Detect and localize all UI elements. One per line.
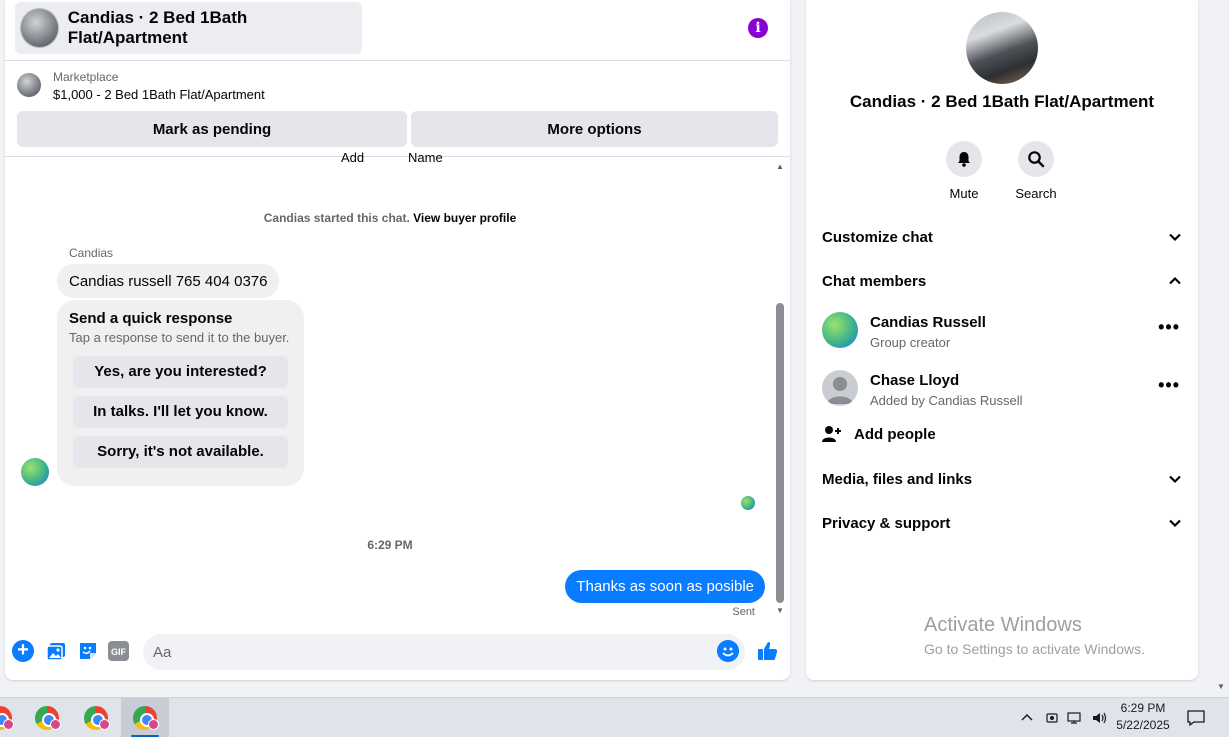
- plus-icon[interactable]: +: [12, 640, 34, 662]
- quick-response-card: Send a quick response Tap a response to …: [57, 300, 304, 486]
- quick-response-title: Send a quick response: [69, 310, 233, 327]
- sender-name: Candias: [69, 246, 114, 260]
- sticker-icon[interactable]: [77, 640, 99, 662]
- listing-avatar: [20, 8, 59, 48]
- chat-title: Candias · 2 Bed 1Bath Flat/Apartment: [67, 8, 248, 47]
- media-files-label: Media, files and links: [822, 470, 973, 488]
- search-button[interactable]: Search: [1006, 141, 1066, 201]
- volume-icon[interactable]: [1091, 698, 1109, 737]
- chat-members-label: Chat members: [822, 272, 927, 290]
- chat-info-panel: Candias · 2 Bed 1Bath Flat/Apartment Mut…: [806, 0, 1198, 680]
- more-icon[interactable]: •••: [1158, 375, 1180, 396]
- gif-icon[interactable]: GIF: [108, 641, 129, 661]
- listing-photo: [966, 12, 1038, 84]
- mute-label: Mute: [949, 186, 979, 201]
- quick-response-subtitle: Tap a response to send it to the buyer.: [69, 330, 290, 345]
- chat-members-section[interactable]: Chat members: [822, 264, 1182, 298]
- message-input[interactable]: [143, 634, 745, 670]
- marketplace-label: Marketplace: [53, 70, 119, 84]
- avatar: [822, 312, 858, 348]
- clipped-text: Name: [408, 150, 443, 165]
- member-role: Group creator: [870, 335, 951, 350]
- scrollbar-thumb[interactable]: [776, 303, 784, 603]
- meet-now-icon[interactable]: [1045, 698, 1059, 737]
- search-label: Search: [1015, 186, 1057, 201]
- info-icon[interactable]: i: [748, 18, 768, 38]
- listing-thumbnail: [17, 73, 41, 97]
- default-user-icon: [827, 377, 853, 404]
- taskbar-app[interactable]: [0, 698, 24, 737]
- system-clock[interactable]: 6:29 PM 5/22/2025: [1112, 700, 1174, 734]
- member-name: Chase Lloyd: [870, 372, 960, 389]
- activate-windows-watermark: Activate Windows Go to Settings to activ…: [924, 614, 1145, 657]
- taskbar-app[interactable]: [23, 698, 71, 737]
- member-row[interactable]: Candias Russell Group creator •••: [822, 310, 1182, 354]
- add-people-label: Add people: [854, 425, 936, 443]
- message-timestamp: 6:29 PM: [367, 538, 413, 552]
- incoming-message[interactable]: Candias russell 765 404 0376: [57, 264, 280, 298]
- customize-chat-section[interactable]: Customize chat: [822, 220, 1182, 254]
- thumbs-up-icon[interactable]: [756, 639, 780, 663]
- chat-started-notice: Candias started this chat. View buyer pr…: [5, 211, 775, 225]
- chevron-down-icon: [1169, 519, 1181, 528]
- show-hidden-icons-chevron-up-icon[interactable]: [1020, 698, 1034, 737]
- bell-icon: [958, 152, 970, 167]
- quick-response-button[interactable]: Yes, are you interested?: [73, 356, 288, 388]
- chevron-up-icon: [1169, 276, 1181, 285]
- chat-header-button[interactable]: Candias · 2 Bed 1Bath Flat/Apartment: [15, 2, 362, 54]
- network-icon[interactable]: [1067, 698, 1085, 737]
- page-scroll-down-arrow-icon[interactable]: ▼: [1217, 682, 1225, 691]
- notifications-icon[interactable]: [1186, 698, 1206, 737]
- mute-button[interactable]: Mute: [934, 141, 994, 201]
- seen-indicator-avatar: [741, 496, 755, 510]
- privacy-support-label: Privacy & support: [822, 514, 951, 532]
- mark-pending-button[interactable]: Mark as pending: [17, 111, 407, 147]
- privacy-support-section[interactable]: Privacy & support: [822, 506, 1182, 540]
- customize-chat-label: Customize chat: [822, 228, 933, 246]
- marketplace-listing[interactable]: Marketplace $1,000 - 2 Bed 1Bath Flat/Ap…: [17, 70, 265, 102]
- photo-icon[interactable]: [45, 640, 67, 662]
- taskbar-app-active[interactable]: [121, 698, 169, 737]
- scroll-down-arrow-icon[interactable]: ▼: [776, 606, 784, 615]
- avatar: [822, 370, 858, 406]
- clock-date: 5/22/2025: [1116, 718, 1170, 732]
- started-text: Candias started this chat.: [263, 211, 414, 225]
- emoji-icon[interactable]: [717, 640, 739, 662]
- media-files-section[interactable]: Media, files and links: [822, 462, 1182, 496]
- more-options-button[interactable]: More options: [411, 111, 778, 147]
- taskbar: 6:29 PM 5/22/2025: [0, 697, 1229, 737]
- watermark-subtitle: Go to Settings to activate Windows.: [924, 641, 1145, 657]
- chevron-down-icon: [1169, 475, 1181, 484]
- divider: [5, 60, 790, 61]
- member-role: Added by Candias Russell: [870, 393, 1023, 408]
- add-person-icon: [822, 426, 841, 442]
- message-composer: + GIF: [5, 630, 790, 674]
- search-icon: [1028, 151, 1045, 168]
- sent-status: Sent: [732, 606, 755, 618]
- quick-response-button[interactable]: Sorry, it's not available.: [73, 436, 288, 468]
- view-buyer-profile-link[interactable]: View buyer profile: [413, 211, 516, 225]
- side-panel-title: Candias · 2 Bed 1Bath Flat/Apartment: [849, 92, 1155, 111]
- watermark-title: Activate Windows: [924, 614, 1082, 636]
- sender-avatar[interactable]: [21, 458, 49, 486]
- add-people-button[interactable]: Add people: [822, 424, 936, 444]
- clipped-text: Add: [341, 150, 365, 165]
- listing-title: $1,000 - 2 Bed 1Bath Flat/Apartment: [53, 87, 265, 102]
- quick-response-button[interactable]: In talks. I'll let you know.: [73, 396, 288, 428]
- clock-time: 6:29 PM: [1120, 701, 1166, 715]
- more-icon[interactable]: •••: [1158, 317, 1180, 338]
- chat-panel: Candias · 2 Bed 1Bath Flat/Apartment i M…: [5, 0, 790, 680]
- outgoing-message[interactable]: Thanks as soon as posible: [565, 570, 765, 603]
- member-row[interactable]: Chase Lloyd Added by Candias Russell •••: [822, 368, 1182, 412]
- member-name: Candias Russell: [870, 314, 986, 331]
- taskbar-app[interactable]: [72, 698, 120, 737]
- chevron-down-icon: [1169, 233, 1181, 242]
- scroll-up-arrow-icon[interactable]: ▲: [776, 162, 784, 171]
- divider: [5, 156, 790, 157]
